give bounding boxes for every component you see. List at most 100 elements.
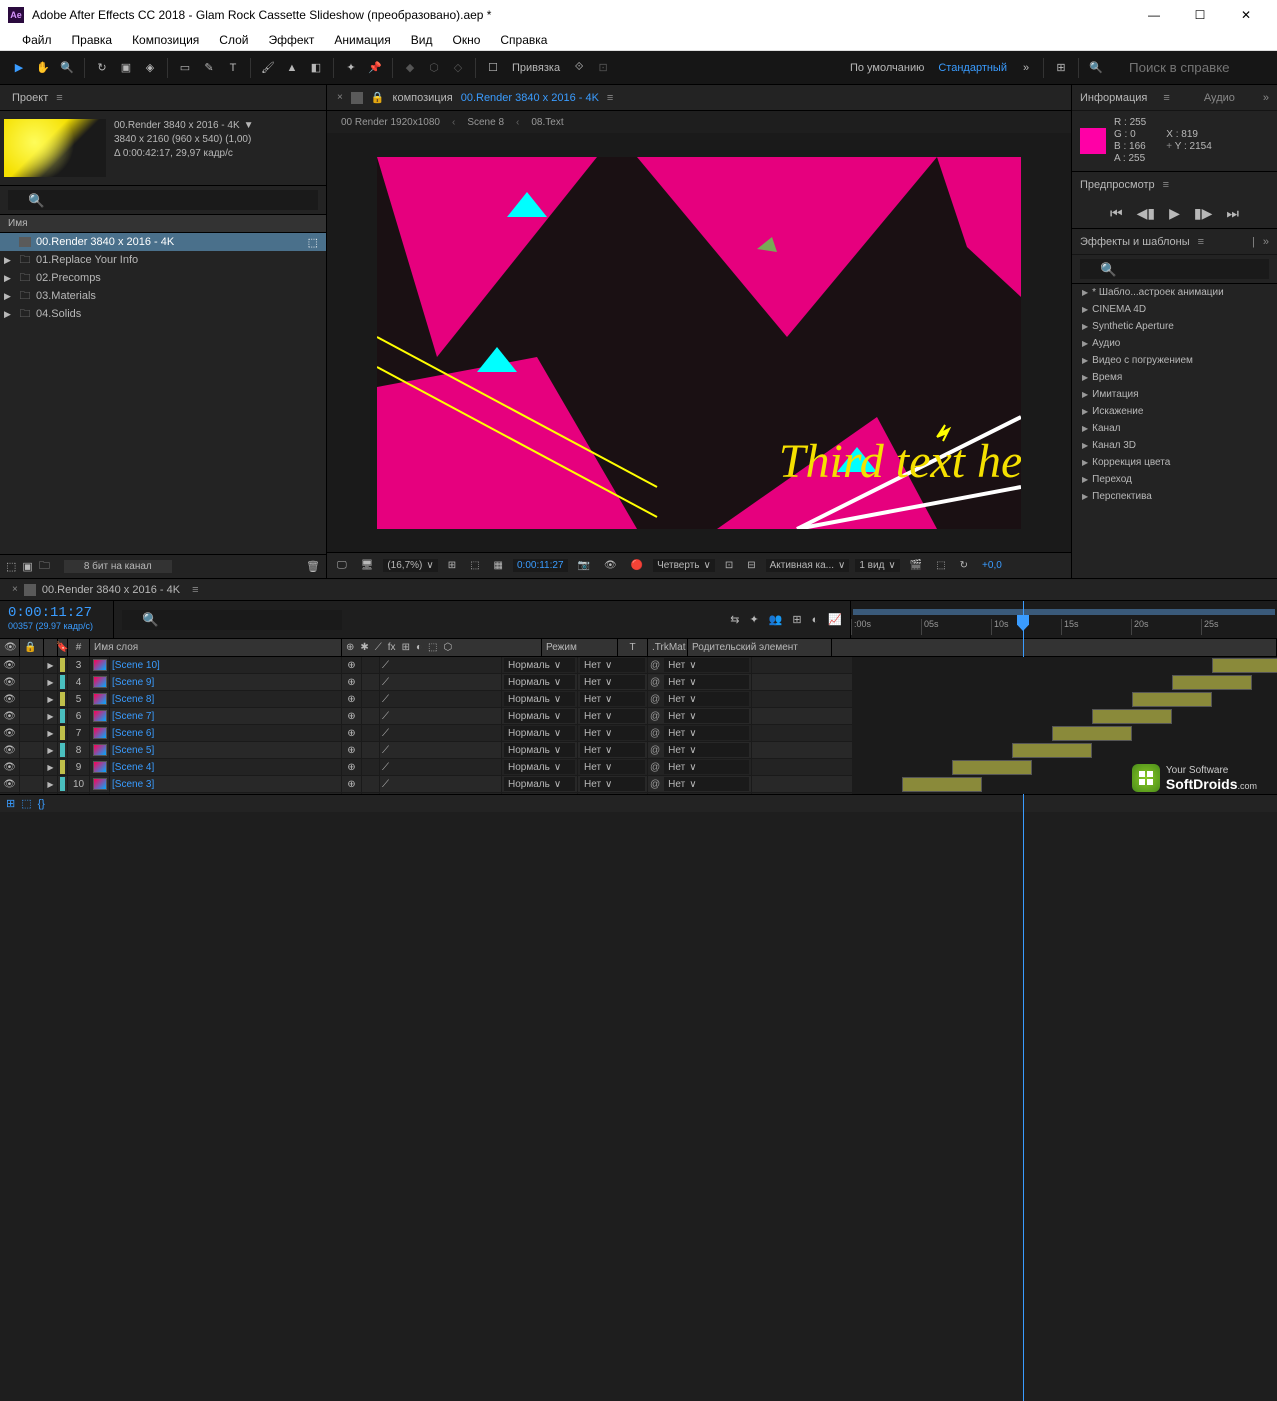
blend-mode-dropdown[interactable]: Нормаль ∨ [504,726,575,740]
resolution-icon[interactable]: ⊞ [444,560,460,571]
effect-category[interactable]: ▶Перспектива [1072,488,1277,505]
roto-tool-icon[interactable]: ✦ [340,57,362,79]
t-header[interactable]: T [618,639,648,656]
pickwhip-icon[interactable]: @ [650,660,660,671]
effect-category[interactable]: ▶Канал [1072,420,1277,437]
tab-close-icon[interactable]: × [337,92,343,103]
breadcrumb-item[interactable]: 00 Render 1920x1080 [341,117,440,128]
trkmat-dropdown[interactable]: Нет ∨ [580,709,645,723]
workspace-default[interactable]: По умолчанию [844,62,930,74]
effect-category[interactable]: ▶Канал 3D [1072,437,1277,454]
layer-name[interactable]: [Scene 10] [110,657,342,673]
motion-blur-icon[interactable]: ◐ [812,614,819,626]
pickwhip-icon[interactable]: @ [650,728,660,739]
composition-viewer[interactable]: Third text her [327,133,1071,552]
new-comp-icon[interactable]: ▣ [22,560,32,573]
label-chip[interactable] [60,777,65,791]
collapse-switch[interactable]: ⊕ [342,674,362,690]
menu-help[interactable]: Справка [490,33,557,47]
mode-header[interactable]: Режим [542,639,618,656]
visibility-toggle[interactable]: 👁 [0,793,20,794]
layer-name[interactable]: [Scene 3] [110,776,342,792]
timeline-tab-label[interactable]: 00.Render 3840 x 2016 - 4K [42,584,180,596]
project-item-folder[interactable]: ▶🗀 01.Replace Your Info [0,251,326,269]
layer-name[interactable]: [Scene 2] [110,793,342,794]
layer-name[interactable]: [Scene 5] [110,742,342,758]
label-chip[interactable] [60,692,65,706]
panel-menu-icon[interactable]: ≡ [192,584,198,596]
effect-category[interactable]: ▶CINEMA 4D [1072,301,1277,318]
effect-category[interactable]: ▶Коррекция цвета [1072,454,1277,471]
effect-category[interactable]: ▶* Шабло...астроек анимации [1072,284,1277,301]
expand-icon[interactable]: ▶ [44,674,58,690]
collapse-switch[interactable]: ⊕ [342,708,362,724]
blend-mode-dropdown[interactable]: Нормаль ∨ [504,709,575,723]
panel-menu-icon[interactable]: ≡ [1198,236,1204,248]
menu-view[interactable]: Вид [401,33,443,47]
expand-icon[interactable]: ▶ [44,691,58,707]
visibility-toggle[interactable]: 👁 [0,759,20,775]
graph-editor-icon[interactable]: 📈 [828,613,842,626]
expand-icon[interactable]: ▶ [44,657,58,673]
zoom-dropdown[interactable]: (16,7%) ∨ [383,559,437,572]
help-search-input[interactable] [1109,58,1269,78]
effect-category[interactable]: ▶Видео с погружением [1072,352,1277,369]
blend-mode-dropdown[interactable]: Нормаль ∨ [504,658,575,672]
expand-icon[interactable]: ▶ [44,776,58,792]
effect-category[interactable]: ▶Аудио [1072,335,1277,352]
pickwhip-icon[interactable]: @ [650,779,660,790]
puppet-tool-icon[interactable]: 📌 [364,57,386,79]
sync-icon[interactable]: ⊞ [1050,57,1072,79]
expand-icon[interactable]: ▶ [44,708,58,724]
zoom-tool-icon[interactable]: 🔍 [56,57,78,79]
channels-icon[interactable]: 🔴 [627,560,647,571]
effects-tab[interactable]: Эффекты и шаблоны [1080,236,1190,248]
tl-footer-icon[interactable]: ⬚ [21,797,31,810]
project-tab-label[interactable]: Проект [12,92,48,104]
effect-category[interactable]: ▶Переход [1072,471,1277,488]
parent-dropdown[interactable]: Нет ∨ [664,692,749,706]
parent-dropdown[interactable]: Нет ∨ [664,709,749,723]
timeline-search-input[interactable] [122,610,342,630]
visibility-toggle[interactable]: 👁 [0,725,20,741]
camera-tool-icon[interactable]: ▣ [115,57,137,79]
orbit-tool-icon[interactable]: ↻ [91,57,113,79]
draft-3d-icon[interactable]: ✦ [750,613,759,626]
pen-tool-icon[interactable]: ✎ [198,57,220,79]
last-frame-icon[interactable]: ⏭ [1226,205,1239,222]
timeline-icon[interactable]: ⊟ [743,560,759,571]
timeline-ruler[interactable]: :00s 05s 10s 15s 20s 25s [850,601,1277,638]
menu-window[interactable]: Окно [442,33,490,47]
switches-icon[interactable]: ✱ [360,642,368,653]
tl-footer-icon[interactable]: ⊞ [6,797,15,810]
expand-icon[interactable]: ▶ [44,742,58,758]
layer-bar[interactable] [1172,675,1252,690]
trkmat-dropdown[interactable]: Нет ∨ [580,743,645,757]
workspace-more-icon[interactable]: » [1015,57,1037,79]
layer-bar[interactable] [1012,743,1092,758]
trkmat-dropdown[interactable]: Нет ∨ [580,692,645,706]
layer-name[interactable]: [Scene 9] [110,674,342,690]
comp-tab-name[interactable]: 00.Render 3840 x 2016 - 4K [461,92,599,104]
audio-tab[interactable]: Аудио [1204,92,1235,104]
eraser-tool-icon[interactable]: ◧ [305,57,327,79]
hand-tool-icon[interactable]: ✋ [32,57,54,79]
layer-name[interactable]: [Scene 8] [110,691,342,707]
project-search-input[interactable] [8,190,318,210]
visibility-toggle[interactable]: 👁 [0,776,20,792]
effect-category[interactable]: ▶Искажение [1072,403,1277,420]
snap-opt2-icon[interactable]: ⊡ [592,57,614,79]
preview-tab[interactable]: Предпросмотр [1080,179,1155,191]
quality-dropdown[interactable]: Четверть ∨ [653,559,715,572]
shy-icon[interactable]: 👥 [769,613,783,626]
current-time[interactable]: 0:00:11:27 [8,605,105,621]
play-icon[interactable]: ▶ [1169,205,1180,222]
comp-mini-icon[interactable]: ⇆ [730,613,739,626]
trash-icon[interactable]: 🗑 [306,560,320,573]
brush-tool-icon[interactable]: 🖌 [257,57,279,79]
first-frame-icon[interactable]: ⏮ [1110,205,1123,222]
layer-bar[interactable] [1052,726,1132,741]
pickwhip-icon[interactable]: @ [650,745,660,756]
tab-close-icon[interactable]: × [12,584,18,595]
layer-bar[interactable] [1092,709,1172,724]
